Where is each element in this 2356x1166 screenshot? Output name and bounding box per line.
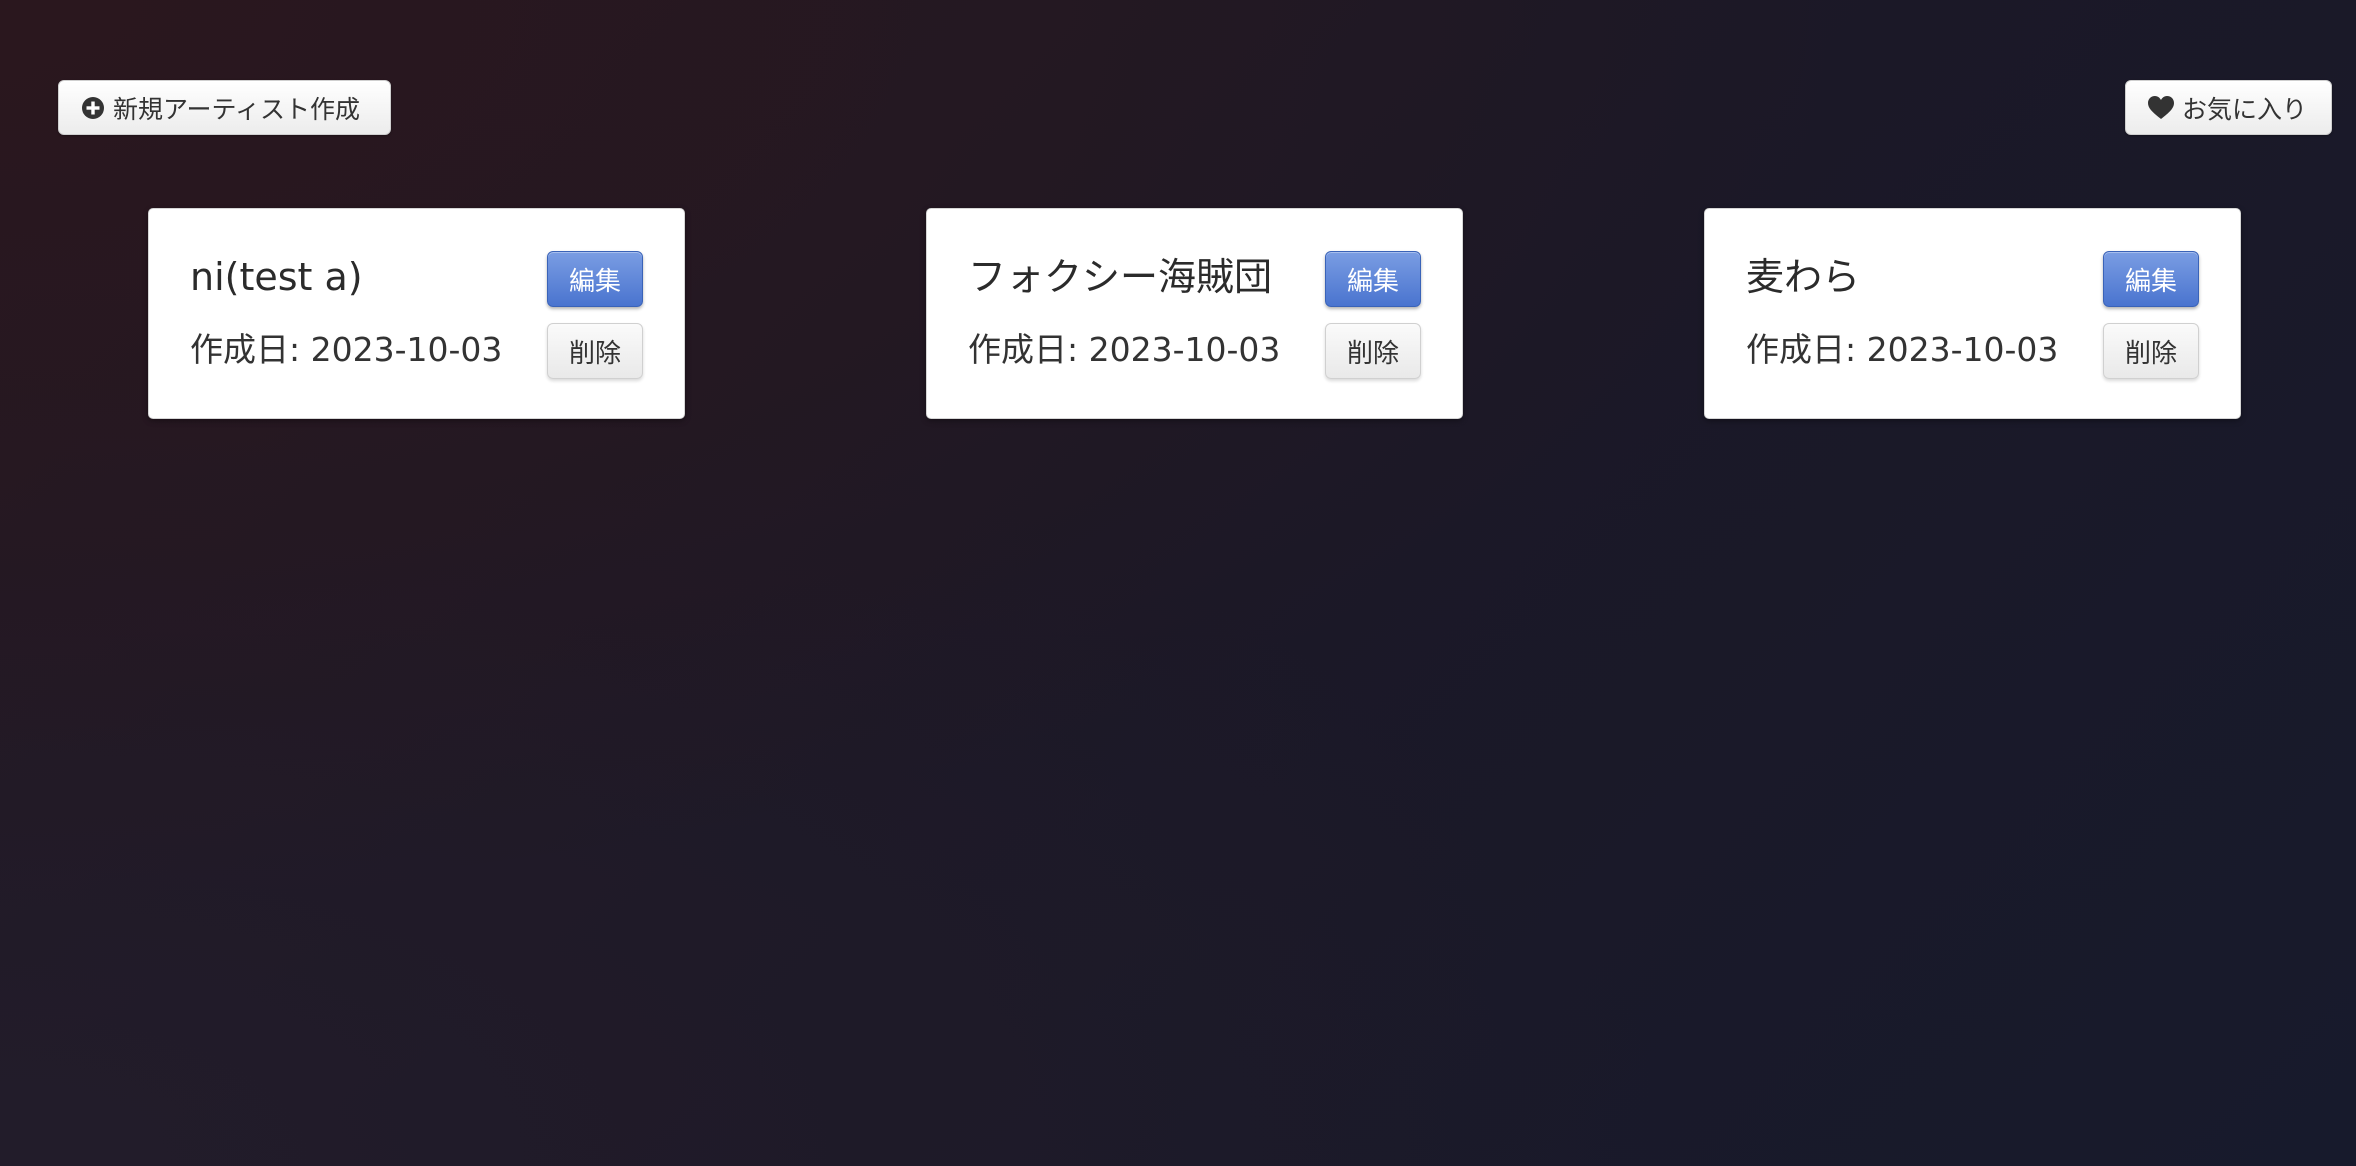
edit-button[interactable]: 編集 (2103, 251, 2199, 307)
created-date: 作成日: 2023-10-03 (190, 330, 503, 369)
created-date: 作成日: 2023-10-03 (1746, 330, 2059, 369)
artist-name: フォクシー海賊団 (968, 255, 1273, 299)
favorites-label: お気に入り (2182, 94, 2308, 124)
delete-button[interactable]: 削除 (1325, 323, 1421, 379)
new-artist-button[interactable]: 新規アーティスト作成 (58, 80, 391, 135)
delete-button[interactable]: 削除 (2103, 323, 2199, 379)
new-artist-label: 新規アーティスト作成 (113, 94, 361, 124)
artist-card[interactable]: ni(test a) 作成日: 2023-10-03 編集 削除 (148, 208, 685, 419)
artist-name: ni(test a) (190, 255, 363, 299)
plus-circle-icon (81, 96, 105, 120)
edit-button[interactable]: 編集 (547, 251, 643, 307)
created-date: 作成日: 2023-10-03 (968, 330, 1281, 369)
artist-name: 麦わら (1746, 255, 1861, 299)
artist-card[interactable]: 麦わら 作成日: 2023-10-03 編集 削除 (1704, 208, 2241, 419)
heart-icon (2148, 95, 2174, 120)
delete-button[interactable]: 削除 (547, 323, 643, 379)
artist-card[interactable]: フォクシー海賊団 作成日: 2023-10-03 編集 削除 (926, 208, 1463, 419)
favorites-button[interactable]: お気に入り (2125, 80, 2332, 135)
edit-button[interactable]: 編集 (1325, 251, 1421, 307)
